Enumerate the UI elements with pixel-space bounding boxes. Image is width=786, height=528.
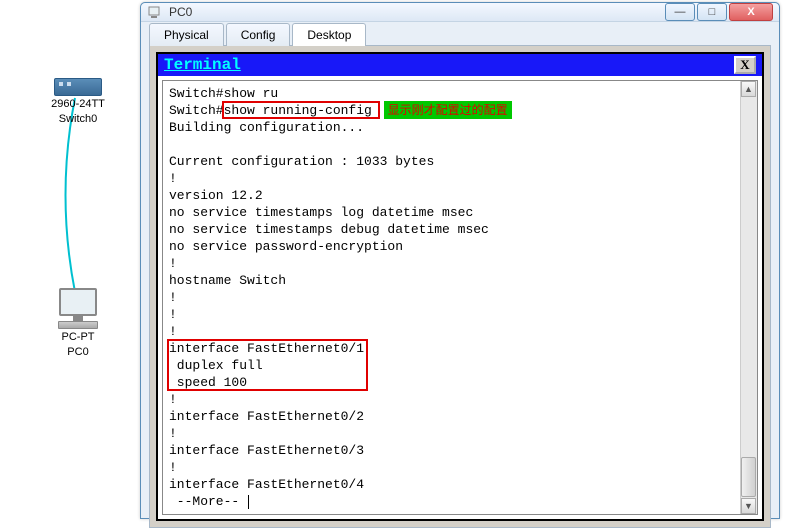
highlight-interface-block: [167, 339, 368, 391]
link-line: [74, 98, 76, 292]
tab-config[interactable]: Config: [226, 23, 291, 46]
terminal-title: Terminal: [164, 56, 734, 74]
switch-device[interactable]: 2960-24TT Switch0: [48, 78, 108, 126]
pc0-window: PC0 — □ X Physical Config Desktop Termin…: [140, 2, 780, 519]
pc-monitor-icon: [59, 288, 97, 316]
terminal-close-button[interactable]: X: [734, 56, 756, 74]
pc-base-icon: [58, 321, 98, 329]
scroll-down-button[interactable]: ▼: [741, 498, 756, 514]
tab-row: Physical Config Desktop: [141, 22, 779, 45]
switch-model-label: 2960-24TT: [48, 98, 108, 111]
titlebar[interactable]: PC0 — □ X: [141, 3, 779, 22]
maximize-icon: □: [709, 6, 716, 18]
minimize-icon: —: [675, 6, 686, 18]
terminal-window: Terminal X Switch#show ru Switch#show ru…: [156, 52, 764, 521]
tab-desktop[interactable]: Desktop: [292, 23, 366, 46]
terminal-output[interactable]: Switch#show ru Switch#show running-confi…: [163, 81, 740, 514]
topology-canvas: 2960-24TT Switch0 PC-PT PC0: [0, 0, 140, 521]
terminal-cursor: [248, 495, 249, 509]
highlight-show-running-config: [222, 101, 380, 119]
window-buttons: — □ X: [665, 3, 773, 21]
window-title: PC0: [169, 5, 665, 19]
switch-name-label: Switch0: [48, 113, 108, 126]
terminal-titlebar[interactable]: Terminal X: [158, 54, 762, 76]
pc-name-label: PC0: [48, 346, 108, 359]
close-button[interactable]: X: [729, 3, 773, 21]
tab-content: Terminal X Switch#show ru Switch#show ru…: [149, 45, 771, 528]
scroll-up-button[interactable]: ▲: [741, 81, 756, 97]
scroll-thumb[interactable]: [741, 457, 756, 497]
minimize-button[interactable]: —: [665, 3, 695, 21]
tab-physical[interactable]: Physical: [149, 23, 224, 46]
pc-type-label: PC-PT: [48, 331, 108, 344]
scrollbar[interactable]: ▲ ▼: [740, 81, 757, 514]
maximize-button[interactable]: □: [697, 3, 727, 21]
app-icon: [147, 4, 163, 20]
close-icon: X: [747, 6, 754, 18]
terminal-body-wrap: Switch#show ru Switch#show running-confi…: [162, 80, 758, 515]
pc-device[interactable]: PC-PT PC0: [48, 288, 108, 359]
annotation-label: 显示刚才配置过的配置: [384, 101, 512, 119]
switch-icon: [54, 78, 102, 96]
